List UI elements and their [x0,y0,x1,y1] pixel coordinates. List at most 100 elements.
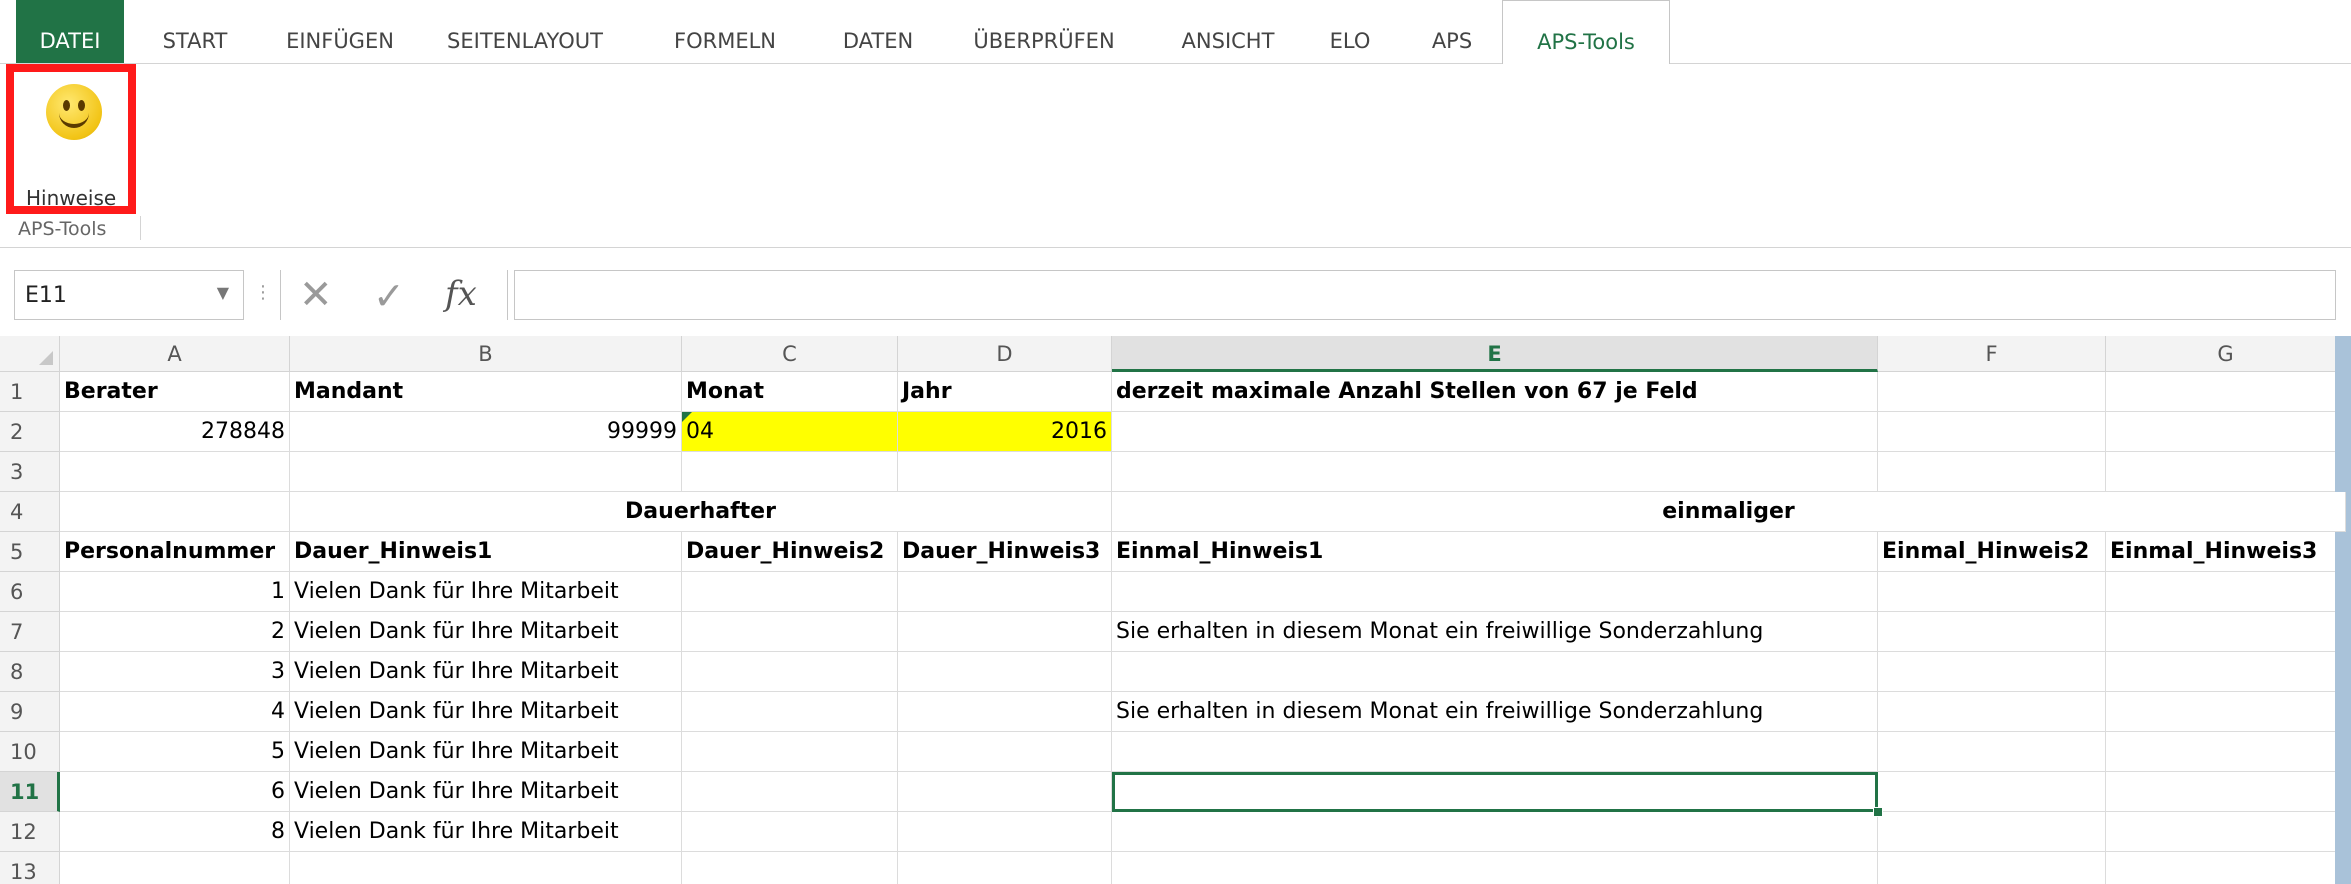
cell-b13[interactable] [290,852,682,884]
fill-handle[interactable] [1873,807,1883,817]
row-header-7[interactable]: 7 [0,612,60,652]
cell-d2[interactable]: 2016 [898,412,1112,452]
cell-a7[interactable]: 2 [60,612,290,652]
cell-c1[interactable]: Monat [682,372,898,412]
cell-d9[interactable] [898,692,1112,732]
cell-e2[interactable] [1112,412,1878,452]
column-header-b[interactable]: B [290,336,682,372]
row-header-5[interactable]: 5 [0,532,60,572]
cell-d10[interactable] [898,732,1112,772]
row-header-12[interactable]: 12 [0,812,60,852]
cell-b6[interactable]: Vielen Dank für Ihre Mitarbeit [290,572,682,612]
row-header-10[interactable]: 10 [0,732,60,772]
cell-b10[interactable]: Vielen Dank für Ihre Mitarbeit [290,732,682,772]
row-header-1[interactable]: 1 [0,372,60,412]
cell-f11[interactable] [1878,772,2106,812]
tab-daten[interactable]: DATEN [826,0,930,63]
cell-e6[interactable] [1112,572,1878,612]
cell-g1[interactable] [2106,372,2346,412]
cell-f2[interactable] [1878,412,2106,452]
cell-f10[interactable] [1878,732,2106,772]
cell-d11[interactable] [898,772,1112,812]
cell-e7[interactable]: Sie erhalten in diesem Monat ein freiwil… [1112,612,1878,652]
cell-c3[interactable] [682,452,898,492]
cell-b11[interactable]: Vielen Dank für Ihre Mitarbeit [290,772,682,812]
cell-b5[interactable]: Dauer_Hinweis1 [290,532,682,572]
cell-b12[interactable]: Vielen Dank für Ihre Mitarbeit [290,812,682,852]
cell-d3[interactable] [898,452,1112,492]
cell-g11[interactable] [2106,772,2346,812]
column-header-g[interactable]: G [2106,336,2346,372]
cell-a3[interactable] [60,452,290,492]
cell-a9[interactable]: 4 [60,692,290,732]
cell-d1[interactable]: Jahr [898,372,1112,412]
cell-d5[interactable]: Dauer_Hinweis3 [898,532,1112,572]
cell-c10[interactable] [682,732,898,772]
cell-e13[interactable] [1112,852,1878,884]
enter-icon[interactable]: ✓ [373,274,405,318]
cell-a6[interactable]: 1 [60,572,290,612]
cell-g8[interactable] [2106,652,2346,692]
cell-f8[interactable] [1878,652,2106,692]
cell-b4[interactable]: Dauerhafter [290,492,1112,532]
name-box[interactable]: E11 ▼ [14,270,244,320]
tab-datei[interactable]: DATEI [16,0,124,63]
cell-d6[interactable] [898,572,1112,612]
cell-g13[interactable] [2106,852,2346,884]
cell-c6[interactable] [682,572,898,612]
cell-a12[interactable]: 8 [60,812,290,852]
row-header-6[interactable]: 6 [0,572,60,612]
cell-b8[interactable]: Vielen Dank für Ihre Mitarbeit [290,652,682,692]
row-header-9[interactable]: 9 [0,692,60,732]
cell-e8[interactable] [1112,652,1878,692]
row-header-4[interactable]: 4 [0,492,60,532]
cell-e12[interactable] [1112,812,1878,852]
cell-f7[interactable] [1878,612,2106,652]
fx-icon[interactable]: fx [445,274,477,314]
cell-a11[interactable]: 6 [60,772,290,812]
cancel-icon[interactable]: ✕ [299,272,333,318]
cell-g12[interactable] [2106,812,2346,852]
cell-g3[interactable] [2106,452,2346,492]
cell-a13[interactable] [60,852,290,884]
cell-a5[interactable]: Personalnummer [60,532,290,572]
cell-c11[interactable] [682,772,898,812]
column-header-d[interactable]: D [898,336,1112,372]
cell-d8[interactable] [898,652,1112,692]
cell-c2[interactable]: 04 [682,412,898,452]
row-header-3[interactable]: 3 [0,452,60,492]
cell-b1[interactable]: Mandant [290,372,682,412]
cell-c13[interactable] [682,852,898,884]
cell-b3[interactable] [290,452,682,492]
cell-f1[interactable] [1878,372,2106,412]
cell-a2[interactable]: 278848 [60,412,290,452]
cell-b9[interactable]: Vielen Dank für Ihre Mitarbeit [290,692,682,732]
cell-g2[interactable] [2106,412,2346,452]
tab-seitenlayout[interactable]: SEITENLAYOUT [430,0,620,63]
cell-f6[interactable] [1878,572,2106,612]
cell-d7[interactable] [898,612,1112,652]
cell-c5[interactable]: Dauer_Hinweis2 [682,532,898,572]
cell-e3[interactable] [1112,452,1878,492]
cell-c7[interactable] [682,612,898,652]
cell-e5[interactable]: Einmal_Hinweis1 [1112,532,1878,572]
cell-a10[interactable]: 5 [60,732,290,772]
cell-f9[interactable] [1878,692,2106,732]
chevron-down-icon[interactable]: ▼ [217,283,229,302]
cell-f3[interactable] [1878,452,2106,492]
cell-g9[interactable] [2106,692,2346,732]
row-header-13[interactable]: 13 [0,852,60,884]
cell-a8[interactable]: 3 [60,652,290,692]
cell-f5[interactable]: Einmal_Hinweis2 [1878,532,2106,572]
cell-d12[interactable] [898,812,1112,852]
worksheet-grid[interactable]: A B C D E F G 1 Berater Mandant Monat Jahr derzeit m… [0,336,2351,884]
tab-einfuegen[interactable]: EINFÜGEN [270,0,410,63]
cell-g10[interactable] [2106,732,2346,772]
cell-e9[interactable]: Sie erhalten in diesem Monat ein freiwil… [1112,692,1878,732]
tab-elo[interactable]: ELO [1320,0,1380,63]
row-header-2[interactable]: 2 [0,412,60,452]
column-header-a[interactable]: A [60,336,290,372]
cell-f12[interactable] [1878,812,2106,852]
tab-aps[interactable]: APS [1412,0,1492,63]
cell-b7[interactable]: Vielen Dank für Ihre Mitarbeit [290,612,682,652]
